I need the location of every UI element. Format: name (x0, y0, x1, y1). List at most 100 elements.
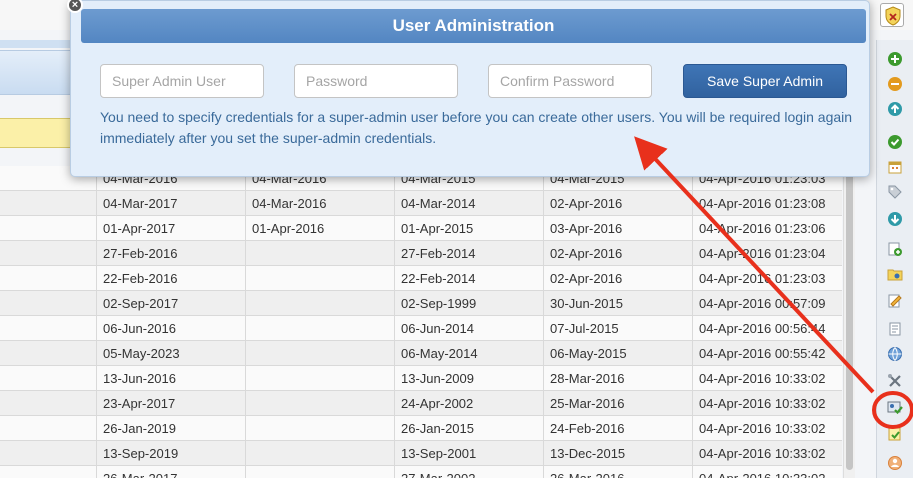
folder-settings-button[interactable] (884, 265, 906, 285)
table-cell: 27-Feb-2014 (394, 241, 543, 266)
dialog-title: User Administration (81, 9, 866, 43)
table-cell (245, 466, 394, 478)
remove-icon (888, 77, 902, 91)
table-cell: 04-Mar-2016 (245, 191, 394, 216)
table-row[interactable]: 27-Feb-2016 27-Feb-2014 02-Apr-2016 04-A… (0, 241, 842, 266)
shield-button[interactable] (880, 3, 904, 27)
table-cell (0, 266, 96, 291)
add-button[interactable] (884, 50, 906, 70)
table-cell (245, 366, 394, 391)
add-document-button[interactable] (884, 240, 906, 260)
table-cell (245, 266, 394, 291)
table-cell: 26-Jan-2019 (96, 416, 245, 441)
table-cell: 22-Feb-2014 (394, 266, 543, 291)
table-cell: 22-Feb-2016 (96, 266, 245, 291)
globe-settings-button[interactable] (884, 345, 906, 365)
table-cell: 01-Apr-2016 (245, 216, 394, 241)
table-cell: 13-Jun-2009 (394, 366, 543, 391)
table-cell: 04-Apr-2016 01:23:03 (692, 266, 842, 291)
add-document-icon (888, 242, 902, 256)
approve-document-button[interactable] (884, 425, 906, 445)
move-down-button[interactable] (884, 210, 906, 230)
document-list-icon (889, 322, 901, 336)
user-administration-dialog: User Administration × Save Super Admin Y… (67, 0, 870, 177)
table-cell: 13-Jun-2016 (96, 366, 245, 391)
table-row[interactable]: 05-May-2023 06-May-2014 06-May-2015 04-A… (0, 341, 842, 366)
password-field[interactable] (294, 64, 458, 98)
table-cell (0, 291, 96, 316)
table-cell (245, 316, 394, 341)
edit-button[interactable] (884, 292, 906, 312)
save-super-admin-button[interactable]: Save Super Admin (683, 64, 847, 98)
confirm-password-field[interactable] (488, 64, 652, 98)
table-cell (245, 291, 394, 316)
table-cell: 05-May-2023 (96, 341, 245, 366)
user-admin-button[interactable] (884, 398, 906, 418)
header-band (0, 40, 70, 48)
filter-row (0, 118, 70, 148)
table-cell: 04-Apr-2016 01:23:06 (692, 216, 842, 241)
move-down-icon (888, 212, 902, 226)
table-cell: 06-May-2015 (543, 341, 692, 366)
table-cell: 27-Mar-2002 (394, 466, 543, 478)
table-cell (0, 241, 96, 266)
table-cell (0, 216, 96, 241)
tools-button[interactable] (884, 372, 906, 392)
table-cell: 04-Mar-2017 (96, 191, 245, 216)
table-cell (245, 391, 394, 416)
check-button[interactable] (884, 133, 906, 153)
table-row[interactable]: 01-Apr-2017 01-Apr-2016 01-Apr-2015 03-A… (0, 216, 842, 241)
table-row[interactable]: 06-Jun-2016 06-Jun-2014 07-Jul-2015 04-A… (0, 316, 842, 341)
table-cell: 01-Apr-2015 (394, 216, 543, 241)
table-cell: 02-Apr-2016 (543, 266, 692, 291)
table-row[interactable]: 26-Mar-2017 27-Mar-2002 26-Mar-2016 04-A… (0, 466, 842, 478)
table-row[interactable]: 22-Feb-2016 22-Feb-2014 02-Apr-2016 04-A… (0, 266, 842, 291)
remove-button[interactable] (884, 75, 906, 95)
table-cell: 06-Jun-2016 (96, 316, 245, 341)
vertical-scrollbar[interactable] (843, 166, 855, 478)
table-row[interactable]: 23-Apr-2017 24-Apr-2002 25-Mar-2016 04-A… (0, 391, 842, 416)
table-cell (245, 441, 394, 466)
user-settings-icon (888, 456, 902, 470)
table-cell: 04-Apr-2016 01:23:08 (692, 191, 842, 216)
table-cell: 02-Sep-2017 (96, 291, 245, 316)
checkmark-icon (888, 135, 902, 149)
super-admin-user-field[interactable] (100, 64, 264, 98)
table-row[interactable]: 02-Sep-2017 02-Sep-1999 30-Jun-2015 04-A… (0, 291, 842, 316)
table-cell: 04-Apr-2016 10:33:02 (692, 466, 842, 478)
table-cell (0, 466, 96, 478)
move-up-button[interactable] (884, 100, 906, 120)
table-row[interactable]: 13-Jun-2016 13-Jun-2009 28-Mar-2016 04-A… (0, 366, 842, 391)
table-cell: 04-Apr-2016 10:33:02 (692, 416, 842, 441)
table-cell: 26-Mar-2016 (543, 466, 692, 478)
tools-icon (888, 374, 901, 387)
data-grid: 04-Mar-2016 04-Mar-2016 04-Mar-2015 04-M… (0, 166, 842, 478)
grid-header-area (0, 30, 70, 170)
right-toolbar (876, 40, 913, 478)
table-cell: 30-Jun-2015 (543, 291, 692, 316)
approve-document-icon (888, 427, 901, 441)
table-cell: 24-Apr-2002 (394, 391, 543, 416)
tag-button[interactable] (884, 183, 906, 203)
table-row[interactable]: 26-Jan-2019 26-Jan-2015 24-Feb-2016 04-A… (0, 416, 842, 441)
table-cell: 02-Apr-2016 (543, 241, 692, 266)
table-row[interactable]: 13-Sep-2019 13-Sep-2001 13-Dec-2015 04-A… (0, 441, 842, 466)
table-cell: 04-Apr-2016 10:33:02 (692, 441, 842, 466)
table-cell: 07-Jul-2015 (543, 316, 692, 341)
table-cell: 01-Apr-2017 (96, 216, 245, 241)
table-row[interactable]: 04-Mar-2017 04-Mar-2016 04-Mar-2014 02-A… (0, 191, 842, 216)
table-cell (245, 416, 394, 441)
globe-settings-icon (888, 347, 902, 361)
user-admin-icon (887, 401, 903, 415)
user-settings-button[interactable] (884, 454, 906, 474)
table-cell: 04-Apr-2016 01:23:04 (692, 241, 842, 266)
document-list-button[interactable] (884, 320, 906, 340)
edit-icon (888, 294, 902, 308)
table-cell: 04-Apr-2016 00:57:09 (692, 291, 842, 316)
calendar-button[interactable] (884, 158, 906, 178)
table-cell (0, 391, 96, 416)
scrollbar-thumb[interactable] (846, 170, 853, 470)
table-cell (0, 316, 96, 341)
table-cell (0, 416, 96, 441)
table-cell: 26-Jan-2015 (394, 416, 543, 441)
